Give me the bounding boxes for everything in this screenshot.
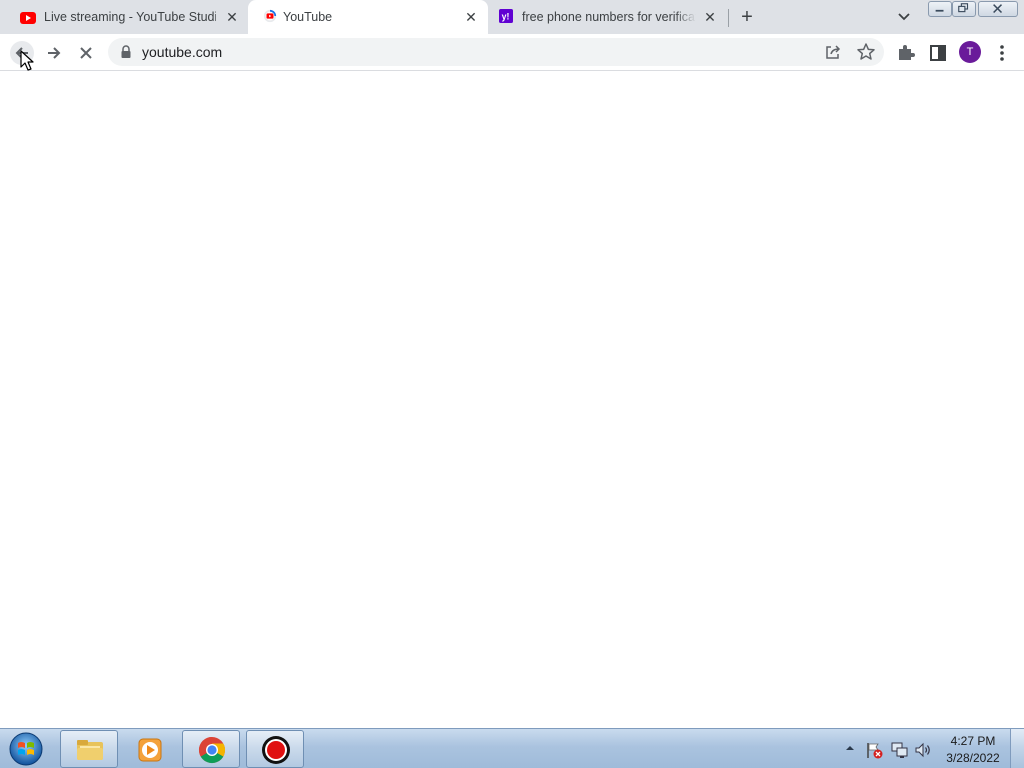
tab-title: YouTube bbox=[283, 10, 333, 24]
lock-icon[interactable] bbox=[120, 45, 132, 59]
media-player-icon bbox=[138, 738, 162, 762]
tab-close-button[interactable]: ✕ bbox=[224, 9, 240, 25]
tab-title: Live streaming - YouTube Studio bbox=[44, 10, 216, 24]
minimize-icon bbox=[935, 9, 944, 12]
tab-strip: Live streaming - YouTube Studio ✕ YouTub… bbox=[0, 0, 1024, 34]
extensions-puzzle-icon[interactable] bbox=[894, 41, 918, 65]
browser-toolbar: youtube.com T bbox=[0, 34, 1024, 71]
windows-taskbar: 4:27 PM 3/28/2022 bbox=[0, 728, 1024, 768]
address-bar[interactable]: youtube.com bbox=[108, 38, 884, 66]
bookmark-star-icon[interactable] bbox=[856, 42, 876, 62]
action-center-flag-icon[interactable] bbox=[864, 740, 884, 760]
tab-youtube-studio[interactable]: Live streaming - YouTube Studio ✕ bbox=[0, 0, 248, 34]
youtube-loading-icon bbox=[263, 9, 277, 23]
side-panel-icon[interactable] bbox=[926, 41, 950, 65]
menu-kebab-icon[interactable] bbox=[990, 41, 1014, 65]
taskbar-explorer-button[interactable] bbox=[60, 730, 118, 768]
chrome-icon bbox=[198, 736, 226, 764]
volume-speaker-icon[interactable] bbox=[913, 740, 933, 760]
yahoo-icon: y! bbox=[499, 9, 513, 23]
tab-search-chevron-icon[interactable] bbox=[894, 8, 914, 26]
mouse-cursor-icon bbox=[20, 50, 34, 71]
folder-icon bbox=[77, 740, 103, 760]
share-icon[interactable] bbox=[824, 43, 842, 61]
tab-separator bbox=[728, 9, 729, 27]
taskbar-recorder-button[interactable] bbox=[246, 730, 304, 768]
new-tab-button[interactable]: + bbox=[736, 6, 758, 28]
taskbar-media-player-button[interactable] bbox=[120, 730, 178, 768]
svg-text:y!: y! bbox=[502, 12, 510, 22]
close-icon bbox=[993, 4, 1003, 14]
network-icon[interactable] bbox=[889, 740, 909, 760]
record-icon bbox=[262, 736, 290, 764]
profile-avatar[interactable]: T bbox=[959, 41, 981, 63]
taskbar-chrome-button[interactable] bbox=[182, 730, 240, 768]
url-text[interactable]: youtube.com bbox=[142, 44, 222, 60]
youtube-icon bbox=[20, 12, 36, 24]
tab-close-button[interactable]: ✕ bbox=[463, 9, 479, 25]
stop-loading-icon[interactable] bbox=[74, 41, 98, 65]
clock-time[interactable]: 4:27 PM bbox=[940, 734, 1006, 748]
forward-arrow-icon[interactable] bbox=[42, 41, 66, 65]
start-orb-icon[interactable] bbox=[6, 731, 46, 767]
show-hidden-icons-arrow-icon[interactable] bbox=[844, 743, 856, 753]
clock-date[interactable]: 3/28/2022 bbox=[940, 751, 1006, 765]
tab-yahoo-search[interactable]: y! free phone numbers for verification ✕ bbox=[488, 0, 728, 34]
restore-icon bbox=[958, 3, 969, 13]
show-desktop-button[interactable] bbox=[1010, 729, 1024, 768]
tab-youtube-active[interactable]: YouTube ✕ bbox=[248, 0, 488, 34]
minimize-button[interactable] bbox=[928, 1, 952, 17]
tab-close-button[interactable]: ✕ bbox=[702, 9, 718, 25]
screen: Live streaming - YouTube Studio ✕ YouTub… bbox=[0, 0, 1024, 768]
close-window-button[interactable] bbox=[978, 1, 1018, 17]
restore-button[interactable] bbox=[952, 1, 976, 17]
tab-title: free phone numbers for verification bbox=[522, 10, 696, 24]
page-content bbox=[0, 72, 1024, 728]
